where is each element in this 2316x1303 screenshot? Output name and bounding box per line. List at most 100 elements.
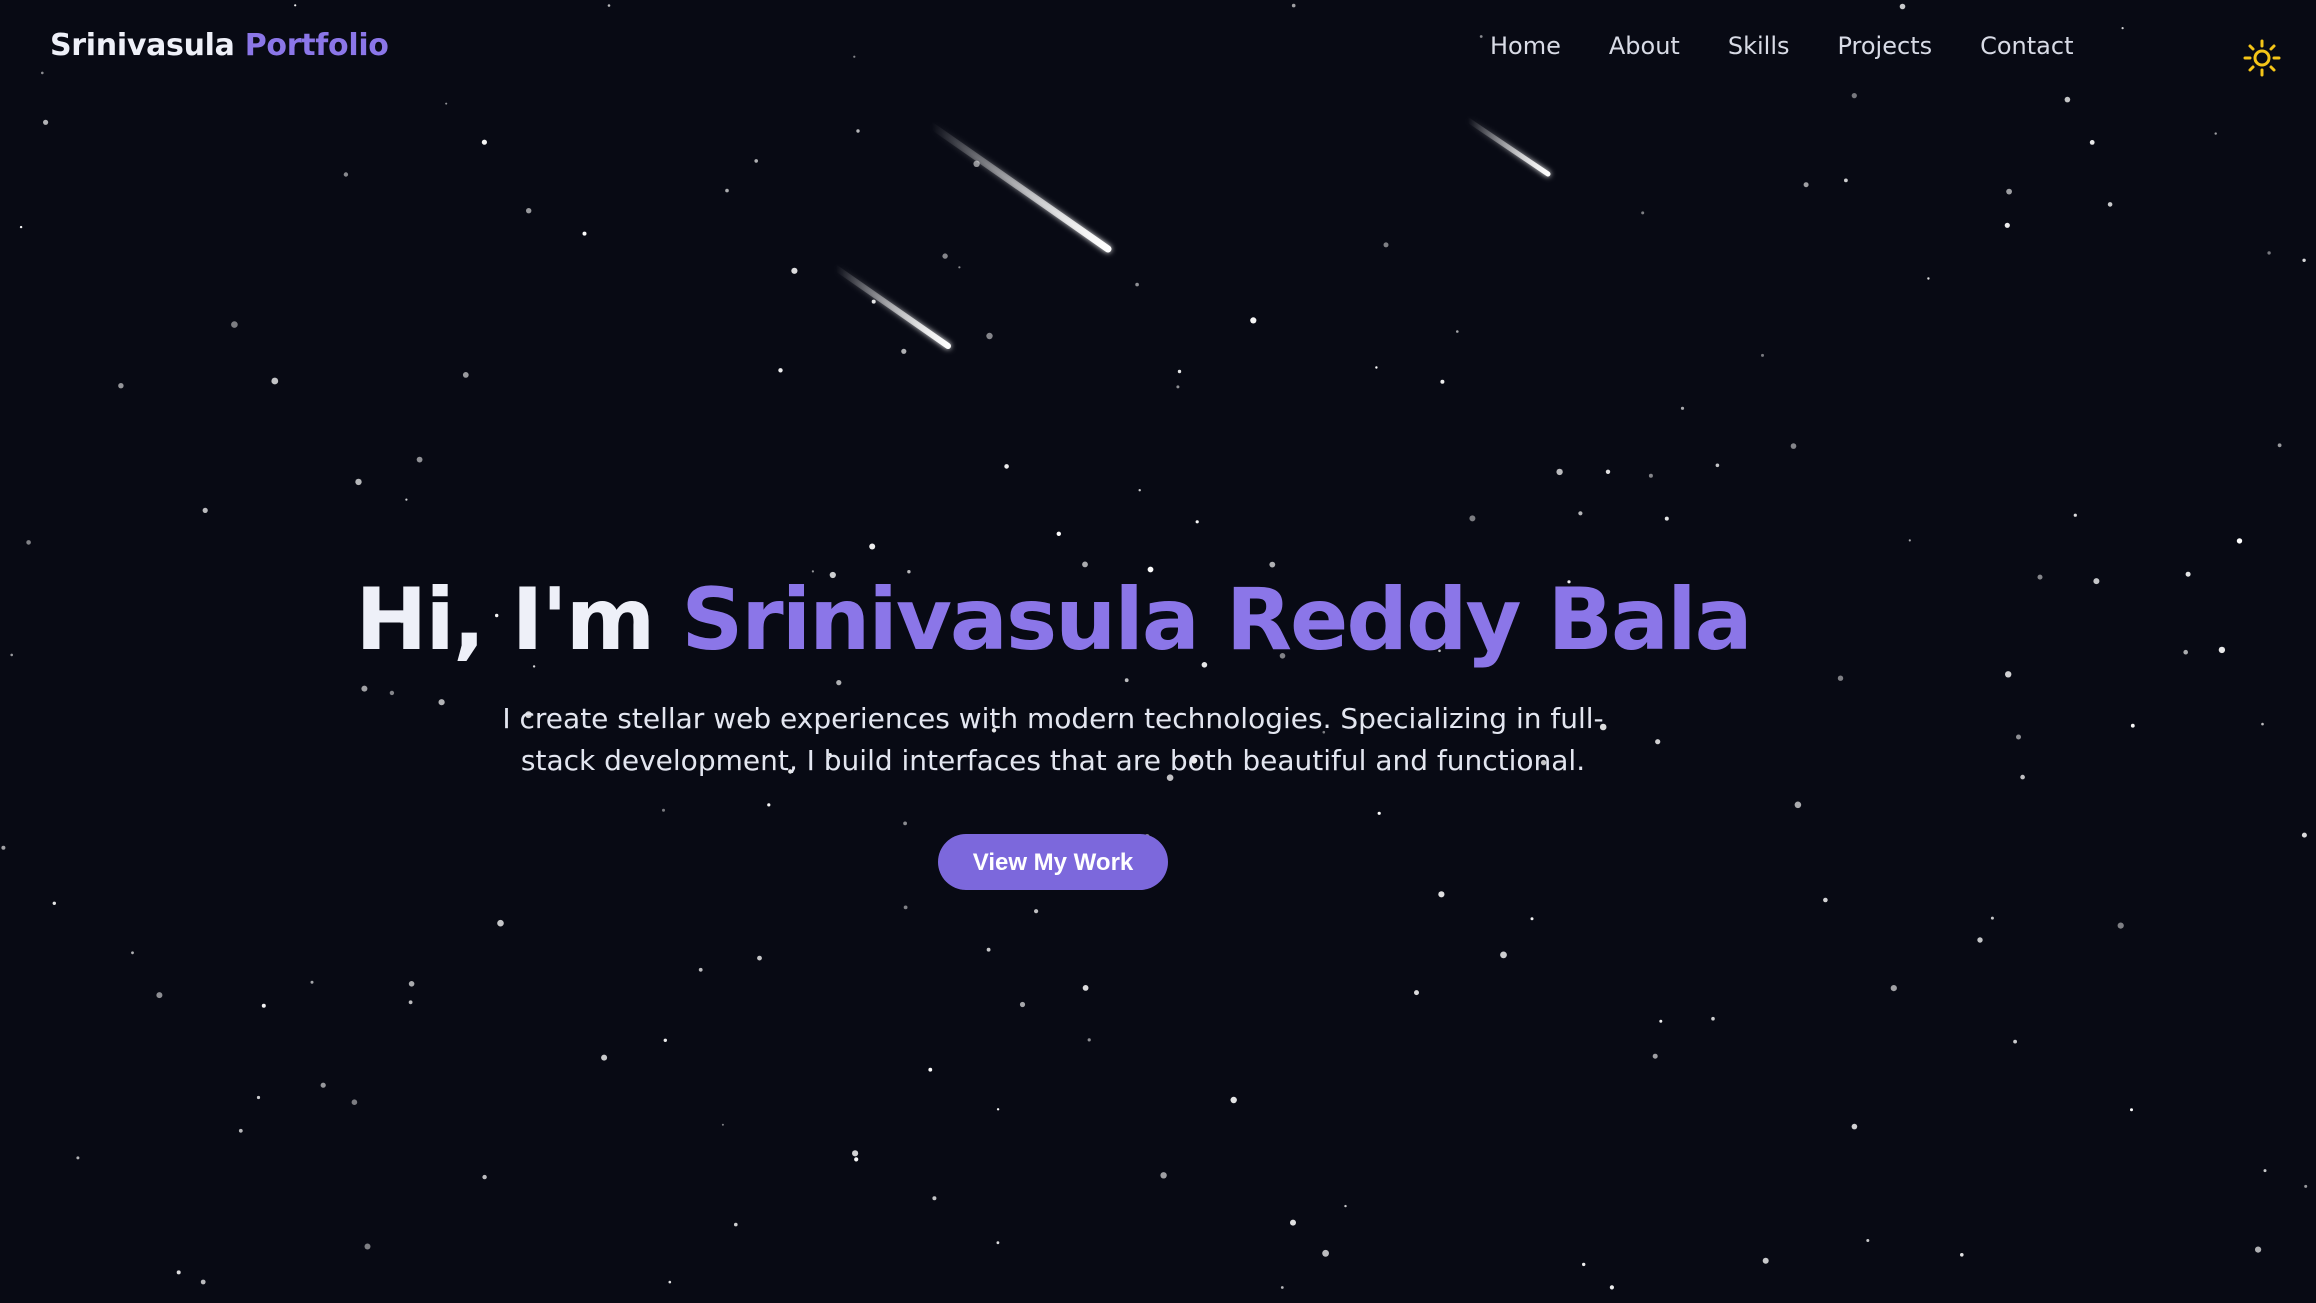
star: [1019, 1001, 1026, 1008]
star: [351, 1099, 358, 1105]
star: [1414, 990, 1419, 996]
star: [408, 981, 415, 987]
star: [1375, 366, 1378, 369]
star: [1605, 469, 1611, 474]
star: [1609, 1285, 1614, 1290]
star: [1082, 985, 1089, 991]
star: [2255, 1246, 2262, 1253]
view-my-work-button[interactable]: View My Work: [938, 834, 1168, 890]
star: [1851, 93, 1857, 99]
star: [1578, 511, 1583, 516]
nav-projects[interactable]: Projects: [1837, 32, 1932, 60]
star: [958, 266, 961, 269]
star: [2089, 140, 2095, 145]
star: [131, 951, 134, 955]
star: [1664, 516, 1669, 521]
star: [482, 1174, 487, 1180]
star: [1582, 1262, 1586, 1267]
star: [1680, 406, 1685, 410]
star: [901, 348, 907, 354]
sun-icon: [2243, 39, 2281, 77]
logo-accent: Portfolio: [244, 28, 389, 63]
star: [1908, 539, 1911, 542]
star: [261, 1003, 266, 1008]
hero-name: Srinivasula Reddy Bala: [681, 570, 1752, 670]
star: [52, 901, 56, 905]
star: [1823, 897, 1828, 903]
star: [43, 119, 49, 125]
star: [734, 1222, 738, 1227]
star: [2263, 1169, 2267, 1173]
star: [526, 208, 532, 214]
star: [416, 456, 423, 463]
star: [200, 1279, 206, 1285]
star: [2107, 202, 2113, 207]
nav-home[interactable]: Home: [1490, 32, 1561, 60]
star: [1250, 317, 1257, 324]
star: [757, 955, 762, 961]
star: [1977, 937, 1983, 943]
star: [156, 992, 163, 999]
star: [1652, 1053, 1658, 1059]
star: [1530, 917, 1534, 921]
star: [607, 4, 611, 7]
star: [2214, 132, 2217, 135]
logo-primary: Srinivasula: [50, 28, 235, 63]
star: [1648, 473, 1653, 478]
star: [698, 967, 703, 972]
star: [1851, 1123, 1858, 1130]
star: [2013, 1039, 2017, 1044]
star: [1659, 1019, 1663, 1023]
star: [1479, 35, 1483, 38]
shooting-star: [928, 122, 1112, 253]
star: [1004, 464, 1009, 469]
star: [1890, 985, 1897, 992]
star: [2261, 722, 2264, 726]
star: [1556, 468, 1563, 476]
star: [869, 543, 876, 550]
star: [1138, 489, 1141, 492]
star: [26, 540, 31, 545]
star: [932, 1196, 937, 1201]
star: [601, 1054, 608, 1061]
star: [1383, 242, 1389, 248]
star: [408, 1000, 413, 1005]
star: [721, 1123, 724, 1126]
star: [1344, 1204, 1347, 1208]
theme-toggle-button[interactable]: [2242, 38, 2282, 78]
star: [2277, 443, 2282, 448]
star: [1082, 561, 1088, 568]
nav-skills[interactable]: Skills: [1728, 32, 1790, 60]
star: [1056, 531, 1062, 536]
star: [2301, 832, 2307, 838]
star: [202, 507, 208, 513]
star: [1322, 1249, 1329, 1257]
star: [2183, 649, 2188, 655]
hero-greeting: Hi, I'm: [355, 570, 682, 670]
star: [497, 919, 504, 927]
star: [1927, 277, 1930, 280]
star: [1790, 443, 1797, 449]
star: [2267, 251, 2271, 255]
star: [2185, 571, 2191, 577]
star: [462, 372, 469, 378]
star: [2006, 188, 2012, 195]
star: [2121, 27, 2124, 30]
star: [725, 188, 729, 193]
star: [176, 1270, 181, 1275]
star: [856, 129, 860, 133]
star: [1160, 1172, 1167, 1179]
star: [1641, 211, 1645, 215]
star: [1087, 1038, 1091, 1042]
star: [1230, 1096, 1237, 1104]
hero-subtitle: I create stellar web experiences with mo…: [502, 702, 1604, 777]
star: [2073, 513, 2077, 517]
star: [1960, 1253, 1964, 1257]
star: [1469, 515, 1476, 522]
star: [1177, 369, 1182, 374]
site-logo[interactable]: Srinivasula Portfolio: [50, 28, 389, 63]
star: [1761, 353, 1764, 357]
nav-about[interactable]: About: [1609, 32, 1680, 60]
nav-contact[interactable]: Contact: [1980, 32, 2073, 60]
star: [663, 1038, 667, 1043]
